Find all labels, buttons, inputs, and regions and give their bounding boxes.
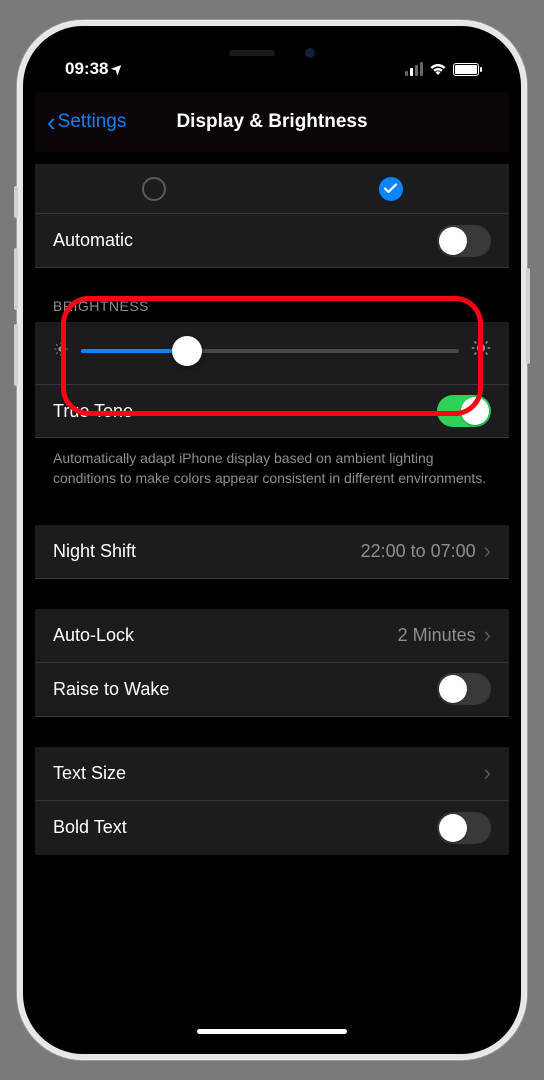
front-camera: [305, 48, 315, 58]
device-bezel: 09:38 ➤ ‹ Settings Di: [23, 26, 521, 1054]
chevron-left-icon: ‹: [47, 109, 56, 135]
brightness-slider-row: [35, 322, 509, 384]
auto-lock-row[interactable]: Auto-Lock 2 Minutes ›: [35, 609, 509, 663]
bold-text-row: Bold Text: [35, 801, 509, 855]
appearance-light-radio[interactable]: [142, 177, 166, 201]
brightness-slider[interactable]: [81, 349, 459, 353]
location-arrow-icon: ➤: [108, 59, 127, 78]
true-tone-label: True Tone: [53, 401, 437, 422]
wifi-icon: [429, 62, 447, 76]
true-tone-row: True Tone: [35, 384, 509, 438]
text-size-label: Text Size: [53, 763, 484, 784]
brightness-thumb[interactable]: [172, 336, 202, 366]
night-shift-row[interactable]: Night Shift 22:00 to 07:00 ›: [35, 525, 509, 579]
battery-icon: [453, 63, 479, 76]
true-tone-switch[interactable]: [437, 395, 491, 427]
appearance-selector-row: [35, 164, 509, 214]
brightness-header: BRIGHTNESS: [35, 268, 509, 322]
bold-text-label: Bold Text: [53, 817, 437, 838]
side-button: [526, 268, 530, 364]
raise-to-wake-row: Raise to Wake: [35, 663, 509, 717]
raise-to-wake-switch[interactable]: [437, 673, 491, 705]
volume-down-button: [14, 324, 18, 386]
sun-max-icon: [471, 338, 491, 364]
content: Automatic BRIGHTNESS: [35, 164, 509, 1042]
notch: [172, 38, 372, 68]
screen: 09:38 ➤ ‹ Settings Di: [35, 38, 509, 1042]
night-shift-label: Night Shift: [53, 541, 361, 562]
auto-lock-value: 2 Minutes: [398, 625, 476, 646]
status-left: 09:38 ➤: [65, 59, 123, 79]
true-tone-footer: Automatically adapt iPhone display based…: [35, 438, 509, 495]
cellular-signal-icon: [405, 62, 423, 76]
night-shift-value: 22:00 to 07:00: [361, 541, 476, 562]
automatic-row: Automatic: [35, 214, 509, 268]
home-indicator[interactable]: [197, 1029, 347, 1034]
chevron-right-icon: ›: [484, 622, 491, 648]
chevron-right-icon: ›: [484, 538, 491, 564]
nav-bar: ‹ Settings Display & Brightness: [35, 92, 509, 152]
chevron-right-icon: ›: [484, 760, 491, 786]
mute-switch: [14, 186, 18, 218]
appearance-dark-radio[interactable]: [379, 177, 403, 201]
back-label: Settings: [58, 111, 127, 133]
bold-text-switch[interactable]: [437, 812, 491, 844]
status-time: 09:38: [65, 59, 108, 79]
sun-min-icon: [53, 341, 69, 362]
page-title: Display & Brightness: [176, 111, 367, 133]
auto-lock-label: Auto-Lock: [53, 625, 398, 646]
text-size-row[interactable]: Text Size ›: [35, 747, 509, 801]
raise-to-wake-label: Raise to Wake: [53, 679, 437, 700]
speaker-grille: [229, 50, 275, 56]
automatic-label: Automatic: [53, 230, 437, 251]
volume-up-button: [14, 248, 18, 310]
back-button[interactable]: ‹ Settings: [47, 109, 126, 135]
automatic-switch[interactable]: [437, 225, 491, 257]
status-right: [405, 62, 479, 76]
device-frame: 09:38 ➤ ‹ Settings Di: [17, 20, 527, 1060]
